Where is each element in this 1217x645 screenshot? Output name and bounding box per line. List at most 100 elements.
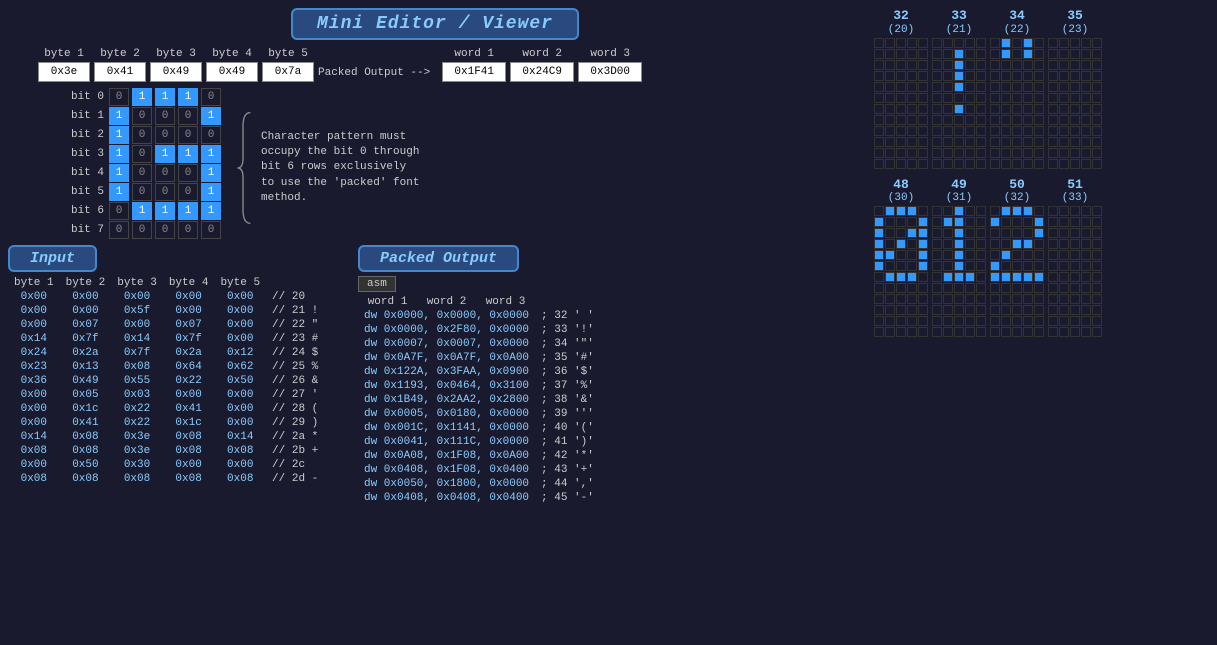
bit-cell-3-4[interactable]: 1	[201, 145, 221, 163]
bit-cell-6-1[interactable]: 1	[132, 202, 152, 220]
bit-cell-7-4[interactable]: 0	[201, 221, 221, 239]
bit-cell-2-0[interactable]: 1	[109, 126, 129, 144]
pixel-50-1-3	[1023, 217, 1033, 227]
byte3-input[interactable]	[150, 62, 202, 82]
pixel-33-11-3	[965, 159, 975, 169]
bit-cell-2-1[interactable]: 0	[132, 126, 152, 144]
pixel-32-4-3	[907, 82, 917, 92]
bit-cell-7-1[interactable]: 0	[132, 221, 152, 239]
pixel-50-7-1	[1001, 283, 1011, 293]
bit-cell-4-1[interactable]: 0	[132, 164, 152, 182]
bit-cell-6-2[interactable]: 1	[155, 202, 175, 220]
pixel-49-1-0	[932, 217, 942, 227]
pixel-33-7-2	[954, 115, 964, 125]
input-cell-11-1: 0x08	[60, 444, 112, 458]
pixel-48-3-2	[896, 239, 906, 249]
pixel-48-10-4	[918, 316, 928, 326]
pixel-49-2-2	[954, 228, 964, 238]
input-cell-5-5: // 25 %	[266, 360, 324, 374]
bit-cell-5-4[interactable]: 1	[201, 183, 221, 201]
pixel-35-9-3	[1081, 137, 1091, 147]
char-sub-33: (21)	[946, 24, 972, 36]
bit-cell-0-1[interactable]: 1	[132, 88, 152, 106]
word-col-1: word 1	[442, 48, 506, 82]
pixel-48-9-3	[907, 305, 917, 315]
pixel-32-6-0	[874, 104, 884, 114]
pixel-48-5-0	[874, 261, 884, 271]
input-cell-8-2: 0x22	[111, 402, 163, 416]
pixel-51-8-1	[1059, 294, 1069, 304]
bit-cell-6-0[interactable]: 0	[109, 202, 129, 220]
bit-cell-1-0[interactable]: 1	[109, 107, 129, 125]
pixel-33-4-0	[932, 82, 942, 92]
bit-cell-0-2[interactable]: 1	[155, 88, 175, 106]
pixel-32-1-4	[918, 49, 928, 59]
table-row: dw 0x0041, 0x111C, 0x0000; 41 ')'	[358, 435, 600, 449]
bit-cell-5-1[interactable]: 0	[132, 183, 152, 201]
bit-cell-4-4[interactable]: 1	[201, 164, 221, 182]
byte1-input[interactable]	[38, 62, 90, 82]
pixel-49-11-0	[932, 327, 942, 337]
bit-cell-0-0[interactable]: 0	[109, 88, 129, 106]
input-cell-9-5: // 29 )	[266, 416, 324, 430]
bit-cell-5-3[interactable]: 0	[178, 183, 198, 201]
pixel-34-1-0	[990, 49, 1000, 59]
input-cell-4-2: 0x7f	[111, 346, 163, 360]
bit-cell-0-4[interactable]: 0	[201, 88, 221, 106]
bit-cell-3-0[interactable]: 1	[109, 145, 129, 163]
asm-tab[interactable]: asm	[358, 276, 396, 292]
pixel-51-3-2	[1070, 239, 1080, 249]
bit-cell-0-3[interactable]: 1	[178, 88, 198, 106]
pixel-50-10-1	[1001, 316, 1011, 326]
char-item-49: 49(31)	[932, 177, 986, 338]
byte5-input[interactable]	[262, 62, 314, 82]
bit-cell-4-0[interactable]: 1	[109, 164, 129, 182]
bit-cell-7-3[interactable]: 0	[178, 221, 198, 239]
pixel-33-5-2	[954, 93, 964, 103]
byte4-input[interactable]	[206, 62, 258, 82]
bit-cell-3-3[interactable]: 1	[178, 145, 198, 163]
word2-input[interactable]	[510, 62, 574, 82]
pixel-34-11-0	[990, 159, 1000, 169]
pixel-50-0-1	[1001, 206, 1011, 216]
bit-cell-2-3[interactable]: 0	[178, 126, 198, 144]
pixel-51-4-0	[1048, 250, 1058, 260]
byte2-input[interactable]	[94, 62, 146, 82]
bit-cell-1-1[interactable]: 0	[132, 107, 152, 125]
bit-cell-3-1[interactable]: 0	[132, 145, 152, 163]
pixel-32-8-0	[874, 126, 884, 136]
pixel-35-1-2	[1070, 49, 1080, 59]
input-cell-10-0: 0x14	[8, 430, 60, 444]
bit-cell-2-4[interactable]: 0	[201, 126, 221, 144]
bit-cell-6-4[interactable]: 1	[201, 202, 221, 220]
char-number-49: 49	[951, 177, 967, 193]
bit-cell-1-4[interactable]: 1	[201, 107, 221, 125]
bit-cell-6-3[interactable]: 1	[178, 202, 198, 220]
pixel-35-3-3	[1081, 71, 1091, 81]
bit-cell-4-2[interactable]: 0	[155, 164, 175, 182]
bit-cell-3-2[interactable]: 1	[155, 145, 175, 163]
bit-cell-1-2[interactable]: 0	[155, 107, 175, 125]
word1-input[interactable]	[442, 62, 506, 82]
pixel-48-6-1	[885, 272, 895, 282]
pixel-51-11-0	[1048, 327, 1058, 337]
pixel-grid-34	[990, 38, 1044, 169]
bit-cell-2-2[interactable]: 0	[155, 126, 175, 144]
pixel-50-11-4	[1034, 327, 1044, 337]
pixel-32-3-1	[885, 71, 895, 81]
pixel-33-3-0	[932, 71, 942, 81]
bit-cell-1-3[interactable]: 0	[178, 107, 198, 125]
bit-cell-7-0[interactable]: 0	[109, 221, 129, 239]
bit-cell-5-0[interactable]: 1	[109, 183, 129, 201]
bit-cell-5-2[interactable]: 0	[155, 183, 175, 201]
bit-cell-4-3[interactable]: 0	[178, 164, 198, 182]
word1-label: word 1	[454, 48, 494, 60]
pixel-48-5-1	[885, 261, 895, 271]
bit-cell-7-2[interactable]: 0	[155, 221, 175, 239]
pixel-35-0-2	[1070, 38, 1080, 48]
word3-input[interactable]	[578, 62, 642, 82]
word-col-3: word 3	[578, 48, 642, 82]
pixel-49-3-1	[943, 239, 953, 249]
pixel-33-0-4	[976, 38, 986, 48]
pixel-51-1-4	[1092, 217, 1102, 227]
